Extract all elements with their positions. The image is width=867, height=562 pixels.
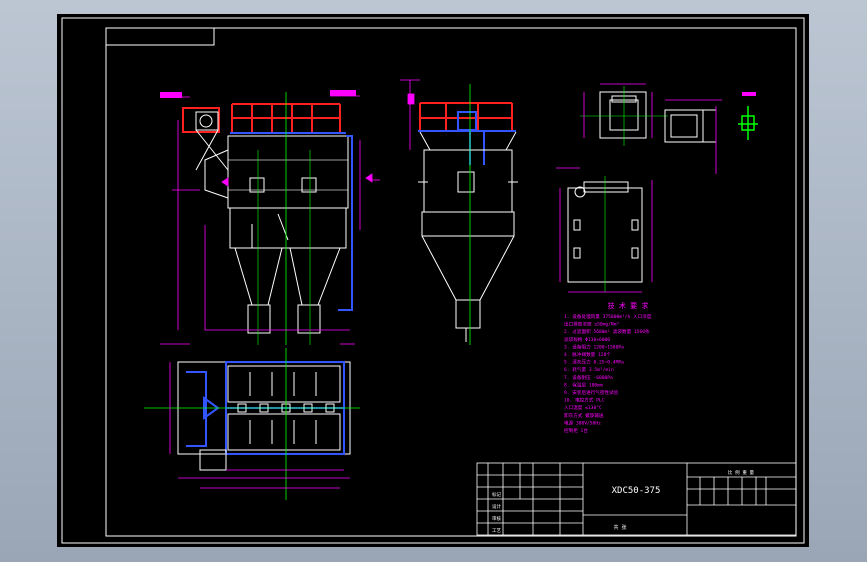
tech-req-line: 8. 保温层 100mm xyxy=(564,381,603,388)
tech-req-title: 技 术 要 求 xyxy=(608,301,649,310)
tech-req-line: 1. 设备处理风量 375000m³/h 入口浓度 xyxy=(564,313,652,320)
title-block-row-label: 审核 xyxy=(492,515,501,522)
sheet-count-label: 共 张 xyxy=(613,524,626,531)
tech-req-line: 7. 设备耐压 -6000Pa xyxy=(564,374,613,381)
title-block-row-label: 设计 xyxy=(492,503,501,510)
tech-req-line: 5. 清灰压力 0.25~0.4MPa xyxy=(564,359,624,366)
tech-req-line: 2. 过滤面积 5680m² 滤袋数量 1560条 xyxy=(564,328,650,335)
title-block-row-label: 标记 xyxy=(492,491,501,498)
drawing-model-code: XDC50-375 xyxy=(612,486,661,496)
tech-req-line: 3. 设备阻力 1200~1500Pa xyxy=(564,343,624,350)
tech-req-line: 电源 380V/50Hz xyxy=(564,419,601,426)
tech-req-line: 4. 脉冲阀数量 120个 xyxy=(564,351,611,358)
tech-req-line: 入口温度 ≤130°C xyxy=(564,404,602,411)
tech-req-line: 10. 电控方式 PLC xyxy=(564,397,605,404)
tech-req-line: 6. 耗气量 3.5m³/min xyxy=(564,366,614,373)
title-block-header: 比 例 重 量 xyxy=(728,469,755,476)
tech-req-line: 卸灰方式 螺旋输送 xyxy=(564,412,604,419)
tech-req-line: 滤袋规格 Φ130×6000 xyxy=(564,336,610,343)
tech-req-line: 控制柜 1台 xyxy=(564,427,588,434)
tech-req-line: 出口排放浓度 ≤50mg/Nm³ xyxy=(564,321,619,328)
title-block-row-label: 工艺 xyxy=(492,528,501,534)
cad-drawing-sheet: 技 术 要 求 1. 设备处理风量 375000m³/h 入口浓度 出口排放浓度… xyxy=(57,14,809,547)
tech-req-line: 9. 安装后进行气密性试验 xyxy=(564,389,619,396)
